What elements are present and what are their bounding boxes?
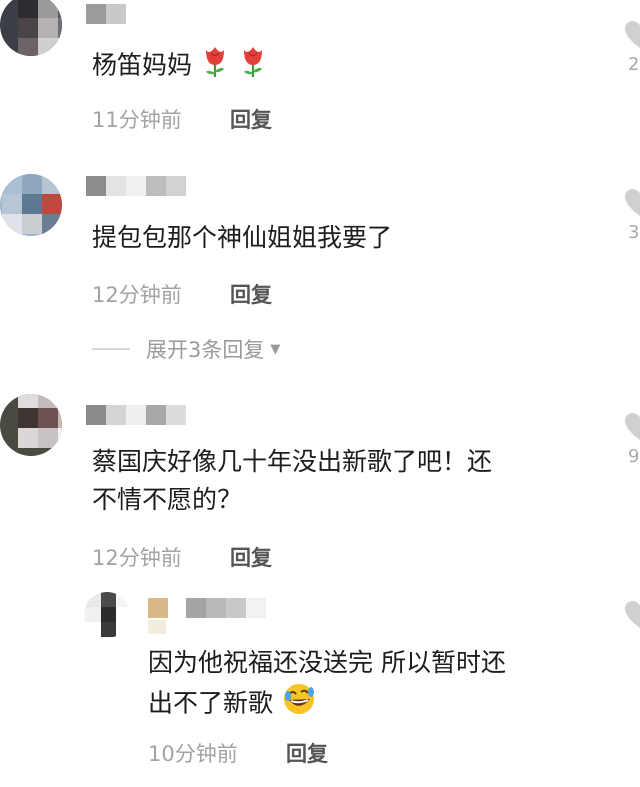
avatar[interactable] bbox=[84, 592, 130, 638]
divider bbox=[92, 348, 130, 350]
reply-button[interactable]: 回复 bbox=[286, 738, 328, 768]
rolling-laughing-icon bbox=[281, 682, 317, 727]
reply-button[interactable]: 回复 bbox=[230, 542, 272, 572]
heart-icon bbox=[625, 413, 640, 440]
tulip-icon bbox=[200, 44, 230, 89]
expand-replies-button[interactable]: 展开3条回复 ▼ bbox=[92, 334, 280, 364]
avatar[interactable] bbox=[0, 0, 62, 56]
triangle-down-icon: ▼ bbox=[270, 341, 281, 357]
reply-button[interactable]: 回复 bbox=[230, 279, 272, 309]
heart-icon bbox=[625, 21, 640, 48]
comment-text: 提包包那个神仙姐姐我要了 bbox=[92, 223, 393, 252]
username-redacted[interactable] bbox=[86, 4, 126, 24]
tulip-icon bbox=[238, 44, 268, 89]
comment-text: 杨笛妈妈 bbox=[92, 44, 268, 89]
reply-button[interactable]: 回复 bbox=[230, 104, 272, 134]
username-redacted[interactable] bbox=[86, 405, 186, 425]
username-redacted[interactable] bbox=[86, 176, 186, 196]
comment-time: 11分钟前 bbox=[92, 108, 182, 132]
like-count: 2 bbox=[628, 54, 640, 75]
comment-time: 12分钟前 bbox=[92, 546, 182, 570]
like-button[interactable]: 3 bbox=[622, 188, 640, 243]
avatar[interactable] bbox=[0, 174, 62, 236]
badge-redacted bbox=[148, 620, 166, 634]
username-redacted[interactable] bbox=[148, 598, 266, 618]
reply-time: 10分钟前 bbox=[148, 742, 238, 766]
like-button[interactable] bbox=[622, 600, 640, 630]
avatar[interactable] bbox=[0, 394, 62, 456]
like-button[interactable]: 2 bbox=[622, 20, 640, 75]
heart-icon bbox=[625, 601, 640, 628]
comment-text: 蔡国庆好像几十年没出新歌了吧！还 不情不愿的？ bbox=[92, 447, 493, 514]
like-button[interactable]: 9 bbox=[622, 412, 640, 467]
like-count: 3 bbox=[628, 222, 640, 243]
reply-text: 因为他祝福还没送完 所以暂时还 出不了新歌 bbox=[148, 644, 506, 727]
heart-icon bbox=[625, 189, 640, 216]
like-count: 9 bbox=[628, 446, 640, 467]
comment-time: 12分钟前 bbox=[92, 283, 182, 307]
expand-label: 展开3条回复 bbox=[146, 338, 265, 362]
